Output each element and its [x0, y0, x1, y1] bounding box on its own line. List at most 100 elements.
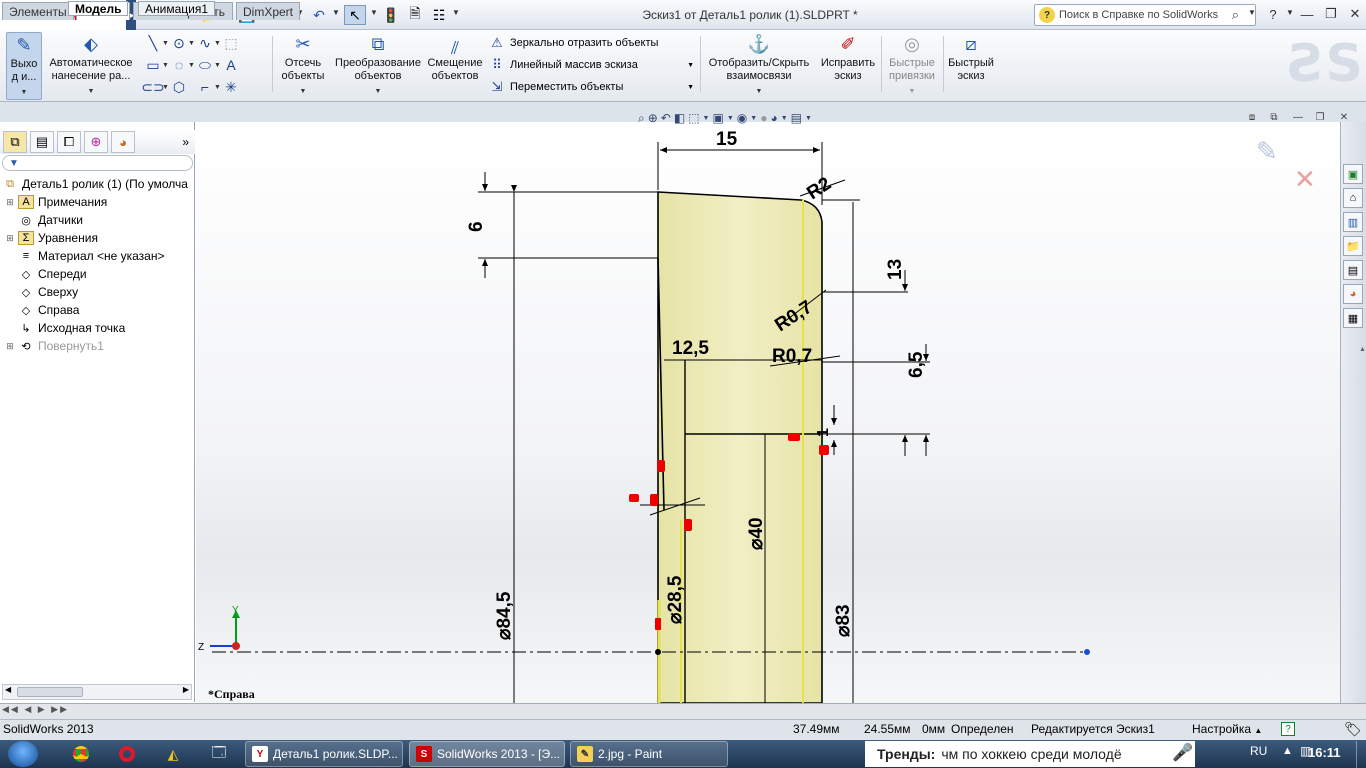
app-launcher-icon[interactable]: ◭: [160, 744, 186, 764]
tab-model[interactable]: Модель: [68, 1, 129, 16]
tab-features[interactable]: Элементы: [2, 2, 74, 20]
rectangle-icon[interactable]: ▭: [144, 56, 162, 74]
select-cursor-icon[interactable]: ↖: [344, 5, 366, 25]
resources-icon[interactable]: ▣: [1343, 164, 1363, 184]
design-library-icon[interactable]: ▥: [1343, 212, 1363, 232]
search-icon[interactable]: ⌕: [1232, 7, 1239, 23]
polygon-icon[interactable]: ⬡: [170, 78, 188, 96]
doc-minimize-icon[interactable]: —: [1290, 110, 1306, 124]
linear-pattern-button[interactable]: ⠿ Линейный массив эскиза ▼: [488, 54, 694, 76]
opera-icon[interactable]: [114, 744, 140, 764]
help-search-input[interactable]: ? Поиск в Справке по SolidWorks ⌕: [1034, 4, 1256, 26]
custom-properties-icon[interactable]: ▦: [1343, 308, 1363, 328]
zoom-to-area-icon[interactable]: ⊕: [648, 111, 658, 125]
tab-animation[interactable]: Анимация1: [138, 1, 216, 16]
select-dropdown-icon[interactable]: ▼: [370, 8, 378, 17]
point-icon[interactable]: ✳: [222, 78, 240, 96]
confirm-corner-accept-icon[interactable]: ✎: [1256, 136, 1278, 167]
circle-icon[interactable]: ⊙: [170, 34, 188, 52]
tree-item[interactable]: ⊞ Σ Уравнения: [0, 229, 195, 247]
undo-icon[interactable]: ↶: [308, 5, 330, 25]
grid-icon[interactable]: ⬚: [222, 34, 240, 52]
tree-item[interactable]: ◇ Справа: [0, 301, 195, 319]
taskbar-app-browser[interactable]: Y Деталь1 ролик.SLDP...: [245, 741, 403, 767]
previous-view-icon[interactable]: ↶: [661, 111, 671, 125]
smart-dimension-button[interactable]: ⬖ Автоматическое нанесение ра... ▼: [46, 32, 136, 100]
microphone-icon[interactable]: 🎤: [1172, 743, 1193, 763]
viewport-tile-icon[interactable]: ⧉: [1266, 110, 1282, 124]
spline-icon[interactable]: ∿: [196, 34, 214, 52]
tab-dimxpert[interactable]: DimXpert: [236, 2, 300, 20]
doc-restore-icon[interactable]: ❐: [1312, 110, 1328, 124]
expand-toggle-icon[interactable]: ⊞: [5, 233, 15, 244]
fillet-icon[interactable]: ⌐: [196, 78, 214, 96]
rapid-sketch-button[interactable]: ⧄ Быстрый эскиз: [946, 32, 996, 100]
restore-icon[interactable]: ❐: [1320, 5, 1342, 23]
clock[interactable]: 16:11: [1308, 745, 1341, 760]
taskbar-app-solidworks[interactable]: S SolidWorks 2013 - [Э...: [409, 741, 565, 767]
exit-sketch-button[interactable]: ✎ Выхо д и... ▼: [6, 32, 42, 100]
graphics-area[interactable]: Y Z 15 6 R2 13 R0,7 12,5 R0,7 6,5 1 ⌀40 …: [196, 122, 1340, 703]
confirm-corner-cancel-icon[interactable]: ✕: [1294, 164, 1316, 195]
tree-root-part[interactable]: ⧉ Деталь1 ролик (1) (По умолча: [0, 175, 195, 193]
trim-entities-button[interactable]: ✂ Отсечь объекты ▼: [276, 32, 330, 100]
help-icon[interactable]: ?: [1262, 5, 1284, 23]
scroll-left-icon[interactable]: ◀: [5, 685, 11, 694]
tree-filter-input[interactable]: ▼: [2, 155, 193, 171]
chevron-right-icon[interactable]: »: [182, 135, 189, 149]
minimize-icon[interactable]: —: [1296, 5, 1318, 23]
status-help-icon[interactable]: ?: [1281, 722, 1295, 736]
tree-item[interactable]: ◇ Спереди: [0, 265, 195, 283]
chrome-icon[interactable]: [68, 744, 94, 764]
view-palette-icon[interactable]: ▤: [1343, 260, 1363, 280]
options-dropdown-icon[interactable]: ▼: [452, 8, 460, 17]
search-dropdown-icon[interactable]: ▼: [1248, 8, 1256, 17]
display-style-icon[interactable]: ▣: [712, 111, 723, 125]
units-settings-button[interactable]: Настройка ▲: [1192, 722, 1262, 736]
move-entities-button[interactable]: ⇲ Переместить объекты ▼: [488, 76, 694, 98]
taskbar-app-paint[interactable]: ✎ 2.jpg - Paint: [570, 741, 728, 767]
close-icon[interactable]: ✕: [1344, 5, 1366, 23]
sketch-canvas[interactable]: Y Z 15 6 R2 13 R0,7 12,5 R0,7 6,5 1 ⌀40 …: [196, 122, 1340, 703]
mirror-entities-button[interactable]: ⚠ Зеркально отразить объекты: [488, 32, 694, 54]
scroll-right-icon[interactable]: ▶: [183, 685, 189, 694]
zoom-to-fit-icon[interactable]: ⌕: [638, 111, 645, 126]
file-explorer-icon[interactable]: 📁: [1343, 236, 1363, 256]
repair-sketch-button[interactable]: ✐ Исправить эскиз: [818, 32, 878, 100]
options-icon[interactable]: ☷: [428, 5, 450, 25]
quick-snaps-button[interactable]: ◎ Быстрые привязки ▼: [884, 32, 940, 100]
appearances-icon[interactable]: ◕: [1343, 284, 1363, 304]
display-manager-tab-icon[interactable]: ◕: [111, 131, 135, 153]
dimxpert-manager-tab-icon[interactable]: ⊕: [84, 131, 108, 153]
language-indicator[interactable]: RU: [1250, 744, 1267, 758]
property-manager-tab-icon[interactable]: ▤: [30, 131, 54, 153]
expand-toggle-icon[interactable]: ⊞: [5, 341, 15, 352]
text-icon[interactable]: A: [222, 56, 240, 74]
edit-appearance-icon[interactable]: ●: [760, 111, 767, 125]
offset-entities-button[interactable]: ⫽ Смещение объектов: [426, 32, 484, 100]
status-tag-icon[interactable]: 🏷: [1344, 721, 1362, 738]
taskpane-collapse-icon[interactable]: ▲: [1359, 346, 1366, 353]
view-settings-icon[interactable]: ▤: [791, 111, 802, 125]
panel-horizontal-scrollbar[interactable]: ◀ ▶: [2, 684, 192, 700]
windows-start-button[interactable]: [8, 741, 38, 767]
expand-toggle-icon[interactable]: ⊞: [5, 197, 15, 208]
file-properties-icon[interactable]: 🗎: [404, 5, 426, 25]
tray-expand-icon[interactable]: ▲: [1282, 745, 1293, 757]
line-icon[interactable]: ╲: [144, 34, 162, 52]
tree-item[interactable]: ⊞ A Примечания: [0, 193, 195, 211]
feature-manager-tab-icon[interactable]: ⧉: [3, 131, 27, 153]
apply-scene-icon[interactable]: ◕: [770, 111, 777, 125]
convert-entities-button[interactable]: ⧉ Преобразование объектов ▼: [334, 32, 422, 100]
tree-item[interactable]: ↳ Исходная точка: [0, 319, 195, 337]
trends-search-widget[interactable]: Тренды: чм по хоккею среди молодё: [865, 741, 1195, 767]
tree-item[interactable]: ⊞ ⟲ Повернуть1: [0, 337, 195, 355]
viewport-split-icon[interactable]: ⧈: [1244, 110, 1260, 124]
explorer-icon[interactable]: 🗔: [206, 744, 232, 764]
tree-item[interactable]: ◎ Датчики: [0, 211, 195, 229]
section-view-icon[interactable]: ◧: [674, 111, 685, 125]
slot-icon[interactable]: ⊂⊃: [141, 78, 164, 96]
help-dropdown-icon[interactable]: ▼: [1286, 8, 1294, 17]
rebuild-traffic-light-icon[interactable]: 🚦: [380, 5, 402, 25]
hide-show-items-icon[interactable]: ◉: [737, 111, 747, 125]
